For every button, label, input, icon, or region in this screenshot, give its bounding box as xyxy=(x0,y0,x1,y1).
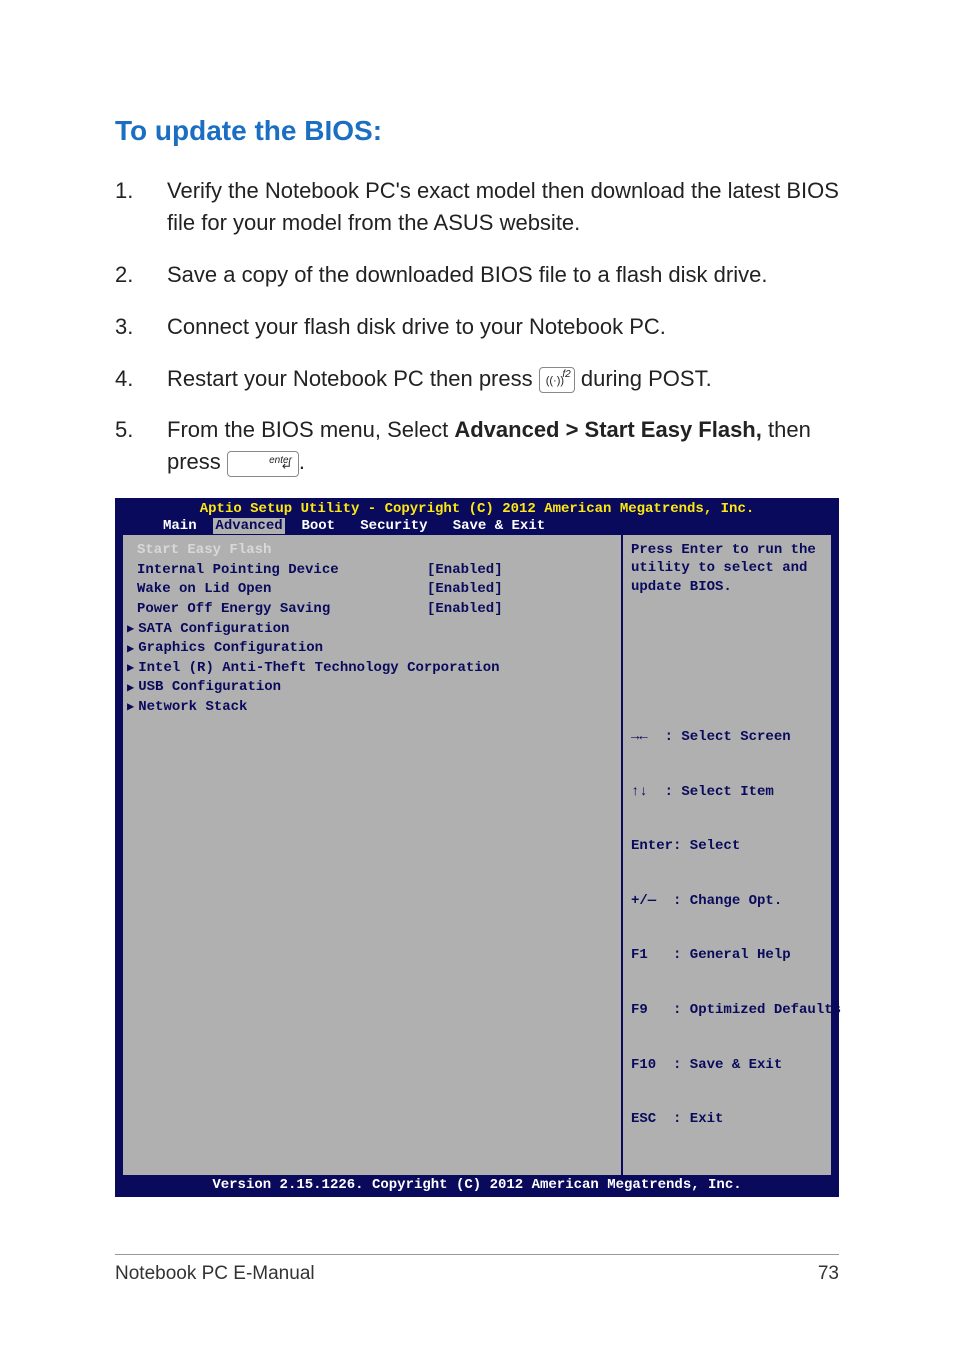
bios-item-pointing-device[interactable]: Internal Pointing Device [Enabled] xyxy=(137,561,611,581)
legend-row: ↑↓ : Select Item xyxy=(631,783,823,801)
bios-item-label: Internal Pointing Device xyxy=(137,561,427,581)
step-1: 1. Verify the Notebook PC's exact model … xyxy=(115,175,839,239)
step-text: Restart your Notebook PC then press f2 (… xyxy=(167,363,839,395)
bios-submenu-label: Network Stack xyxy=(138,698,247,718)
page-number: 73 xyxy=(818,1263,839,1285)
bios-title-bar: Aptio Setup Utility - Copyright (C) 2012… xyxy=(115,498,839,518)
bios-item-value: [Enabled] xyxy=(427,600,503,620)
bios-item-value: [Enabled] xyxy=(427,580,503,600)
bios-item-start-easy-flash[interactable]: Start Easy Flash xyxy=(137,541,611,561)
step-text: Connect your flash disk drive to your No… xyxy=(167,311,839,343)
menu-path: Advanced > Start Easy Flash, xyxy=(454,417,762,442)
text-fragment: . xyxy=(299,449,305,474)
page-footer: Notebook PC E-Manual 73 xyxy=(115,1254,839,1285)
submenu-arrow-icon: ▶ xyxy=(127,660,134,677)
bios-key-legend: →← : Select Screen ↑↓ : Select Item Ente… xyxy=(631,692,823,1165)
bios-item-label: Wake on Lid Open xyxy=(137,580,427,600)
legend-row: +/— : Change Opt. xyxy=(631,892,823,910)
legend-row: →← : Select Screen xyxy=(631,728,823,746)
bios-item-power-off[interactable]: Power Off Energy Saving [Enabled] xyxy=(137,600,611,620)
submenu-arrow-icon: ▶ xyxy=(127,621,134,638)
bios-submenu-network[interactable]: ▶Network Stack xyxy=(127,698,611,718)
bios-help-text: Press Enter to run the utility to select… xyxy=(631,541,823,596)
text-fragment: Restart your Notebook PC then press xyxy=(167,366,539,391)
bios-submenu-label: USB Configuration xyxy=(138,678,281,698)
f2-key-icon: f2 ((·)) xyxy=(539,367,575,393)
bios-tab-save-exit[interactable]: Save & Exit xyxy=(453,518,545,534)
bios-tab-boot[interactable]: Boot xyxy=(301,518,335,534)
submenu-arrow-icon: ▶ xyxy=(127,699,134,716)
step-5: 5. From the BIOS menu, Select Advanced >… xyxy=(115,414,839,478)
legend-row: F9 : Optimized Defaults xyxy=(631,1001,823,1019)
bios-tab-bar: Main Advanced Boot Security Save & Exit xyxy=(115,518,839,535)
return-icon: ↵ xyxy=(282,458,292,475)
wifi-icon: ((·)) xyxy=(546,374,564,390)
bios-submenu-antitheft[interactable]: ▶Intel (R) Anti-Theft Technology Corpora… xyxy=(127,659,611,679)
bios-tab-advanced[interactable]: Advanced xyxy=(213,518,284,534)
step-text: Verify the Notebook PC's exact model the… xyxy=(167,175,839,239)
bios-tab-security[interactable]: Security xyxy=(360,518,427,534)
section-heading: To update the BIOS: xyxy=(115,115,839,147)
submenu-arrow-icon: ▶ xyxy=(127,680,134,697)
bios-footer-bar: Version 2.15.1226. Copyright (C) 2012 Am… xyxy=(115,1175,839,1197)
legend-row: ESC : Exit xyxy=(631,1110,823,1128)
text-fragment: From the BIOS menu, Select xyxy=(167,417,454,442)
step-4: 4. Restart your Notebook PC then press f… xyxy=(115,363,839,395)
bios-screenshot: Aptio Setup Utility - Copyright (C) 2012… xyxy=(115,498,839,1196)
bios-submenu-graphics[interactable]: ▶Graphics Configuration xyxy=(127,639,611,659)
bios-tab-main[interactable]: Main xyxy=(163,518,197,534)
submenu-arrow-icon: ▶ xyxy=(127,641,134,658)
text-fragment: during POST. xyxy=(581,366,712,391)
step-2: 2. Save a copy of the downloaded BIOS fi… xyxy=(115,259,839,291)
bios-item-value: [Enabled] xyxy=(427,561,503,581)
bios-submenu-label: Intel (R) Anti-Theft Technology Corporat… xyxy=(138,659,499,679)
step-3: 3. Connect your flash disk drive to your… xyxy=(115,311,839,343)
step-number: 2. xyxy=(115,259,167,291)
legend-row: F10 : Save & Exit xyxy=(631,1056,823,1074)
step-number: 5. xyxy=(115,414,167,478)
step-text: From the BIOS menu, Select Advanced > St… xyxy=(167,414,839,478)
step-number: 3. xyxy=(115,311,167,343)
bios-item-label: Start Easy Flash xyxy=(137,541,427,561)
legend-row: F1 : General Help xyxy=(631,946,823,964)
bios-submenu-label: Graphics Configuration xyxy=(138,639,323,659)
bios-submenu-label: SATA Configuration xyxy=(138,620,289,640)
legend-row: Enter: Select xyxy=(631,837,823,855)
bios-submenu-usb[interactable]: ▶USB Configuration xyxy=(127,678,611,698)
footer-title: Notebook PC E-Manual xyxy=(115,1263,315,1285)
enter-key-icon: enter ↵ xyxy=(227,451,299,477)
bios-item-wake-lid[interactable]: Wake on Lid Open [Enabled] xyxy=(137,580,611,600)
step-text: Save a copy of the downloaded BIOS file … xyxy=(167,259,839,291)
bios-help-panel: Press Enter to run the utility to select… xyxy=(621,535,831,1174)
bios-main-panel: Start Easy Flash Internal Pointing Devic… xyxy=(123,535,621,1174)
step-number: 1. xyxy=(115,175,167,239)
bios-item-label: Power Off Energy Saving xyxy=(137,600,427,620)
step-number: 4. xyxy=(115,363,167,395)
bios-submenu-sata[interactable]: ▶SATA Configuration xyxy=(127,620,611,640)
